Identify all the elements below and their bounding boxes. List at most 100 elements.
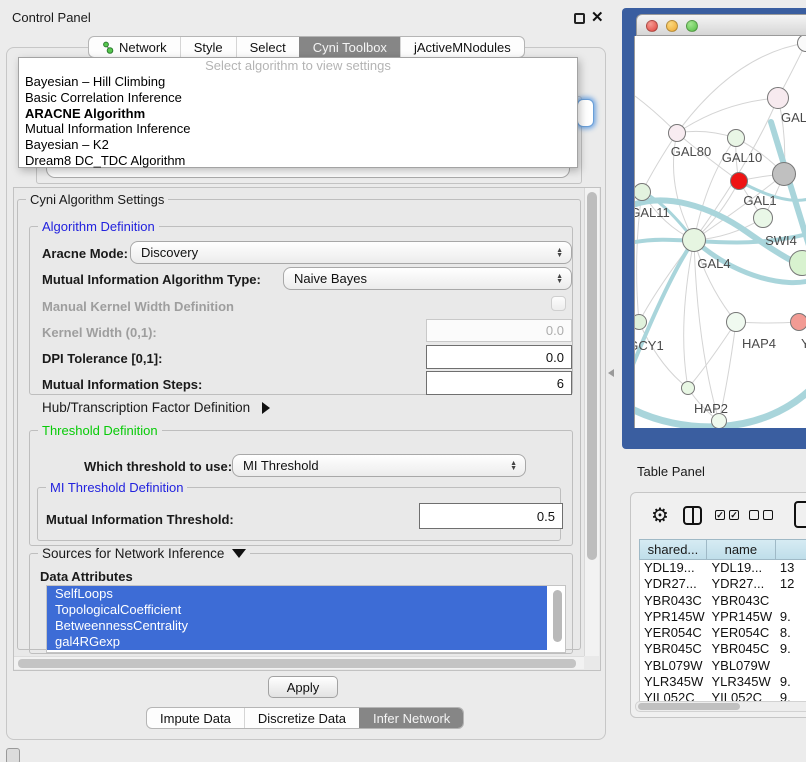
minimize-traffic-light-icon[interactable] (666, 20, 678, 32)
table-row[interactable]: YDL19...YDL19...13 (640, 560, 806, 576)
network-node[interactable] (682, 228, 706, 252)
table-cell: YLR345W (707, 674, 775, 690)
table-row[interactable]: YBL079WYBL079W (640, 658, 806, 674)
combo-arrows-icon: ▲▼ (510, 461, 517, 471)
tab-network[interactable]: Network (89, 37, 180, 57)
network-canvas[interactable]: GALGAL80GAL10GAL1GAL11SWI4GAL4GCY1HAP4YH… (634, 36, 806, 428)
scrollbar-thumb[interactable] (553, 590, 562, 642)
select-all-checkbox-icon[interactable]: ✓ (715, 510, 725, 520)
network-node[interactable] (681, 381, 695, 395)
table-row[interactable]: YIL052CYIL052C9. (640, 690, 806, 701)
table-header: shared...name (639, 539, 806, 560)
dpi-tolerance-field[interactable]: 0.0 (426, 345, 572, 369)
column-header[interactable]: name (707, 539, 776, 560)
gear-icon[interactable]: ⚙ (651, 503, 669, 528)
dropdown-item[interactable]: ARACNE Algorithm (19, 106, 577, 122)
dropdown-item[interactable]: Dream8 DC_TDC Algorithm (19, 153, 577, 169)
deselect-all-checkbox-icon[interactable] (749, 510, 759, 520)
tab-select[interactable]: Select (236, 37, 299, 57)
deselect-all-checkbox-icon[interactable] (763, 510, 773, 520)
dropdown-item[interactable]: Basic Correlation Inference (19, 90, 577, 106)
select-all-checkbox-icon[interactable]: ✓ (729, 510, 739, 520)
aracne-mode-select[interactable]: Discovery ▲▼ (130, 241, 572, 264)
focused-spinner[interactable] (577, 99, 594, 127)
table-panel-box: ⚙ ✓ ✓ shared...name YDL19...YDL19...13YD… (630, 492, 806, 718)
node-label: HAP4 (742, 336, 776, 351)
network-node[interactable] (730, 172, 748, 190)
table-row[interactable]: YER054CYER054C8. (640, 625, 806, 641)
dpi-tolerance-label: DPI Tolerance [0,1]: (42, 351, 162, 366)
network-node[interactable] (668, 124, 686, 142)
close-icon[interactable]: ✕ (591, 8, 604, 26)
column-header[interactable] (776, 539, 806, 560)
tab-style[interactable]: Style (180, 37, 236, 57)
network-node[interactable] (727, 129, 745, 147)
table-mode-icon[interactable] (794, 501, 806, 528)
mi-steps-value: 6 (557, 376, 564, 391)
float-window-icon[interactable] (574, 13, 585, 24)
node-label: GAL10 (722, 150, 762, 165)
attribute-list-item[interactable]: gal4RGexp (47, 634, 547, 650)
tab-cyni-toolbox[interactable]: Cyni Toolbox (299, 37, 400, 57)
column-header[interactable]: shared... (639, 539, 707, 560)
close-traffic-light-icon[interactable] (646, 20, 658, 32)
aracne-mode-label: Aracne Mode: (42, 246, 128, 261)
apply-label: Apply (287, 680, 320, 695)
tab-discretize-data[interactable]: Discretize Data (244, 708, 359, 728)
network-node[interactable] (753, 208, 773, 228)
which-threshold-select[interactable]: MI Threshold ▲▼ (232, 454, 526, 477)
mi-steps-field[interactable]: 6 (426, 371, 572, 395)
table-row[interactable]: YLR345WYLR345W9. (640, 674, 806, 690)
list-scrollbar[interactable] (553, 590, 563, 648)
zoom-traffic-light-icon[interactable] (686, 20, 698, 32)
scrollbar-thumb[interactable] (587, 192, 597, 560)
dropdown-item[interactable]: Bayesian – K2 (19, 137, 577, 153)
manual-kernel-checkbox[interactable] (551, 296, 566, 311)
scrollbar-thumb[interactable] (638, 703, 740, 710)
combo-arrows-icon: ▲▼ (556, 274, 563, 284)
table-cell: YBL079W (640, 658, 707, 674)
expanded-arrow-icon[interactable] (232, 549, 246, 558)
table-cell: YBR045C (640, 641, 707, 657)
table-cell: YPR145W (707, 609, 775, 625)
columns-icon[interactable] (683, 506, 702, 525)
network-node[interactable] (772, 162, 796, 186)
mi-type-value: Naive Bayes (294, 271, 367, 286)
node-label: GAL1 (743, 193, 776, 208)
network-node[interactable] (726, 312, 746, 332)
dropdown-item[interactable]: Bayesian – Hill Climbing (19, 74, 577, 90)
dropdown-item[interactable]: Mutual Information Inference (19, 121, 577, 137)
tab-jactivemnodules[interactable]: jActiveMNodules (400, 37, 524, 57)
mi-threshold-field[interactable]: 0.5 (419, 503, 563, 529)
tab-infer-network[interactable]: Infer Network (359, 708, 463, 728)
mi-threshold-value: 0.5 (537, 509, 555, 524)
table-cell: YDR27... (707, 576, 775, 592)
mi-type-select[interactable]: Naive Bayes ▲▼ (283, 267, 572, 290)
attribute-list-item[interactable]: SelfLoops (47, 586, 547, 602)
table-cell: YDL19... (640, 560, 707, 576)
table-cell: YDR27... (640, 576, 707, 592)
mi-type-label: Mutual Information Algorithm Type: (42, 272, 261, 287)
apply-button[interactable]: Apply (268, 676, 338, 698)
table-cell: 9. (776, 609, 806, 625)
kernel-width-field[interactable]: 0.0 (426, 319, 572, 342)
splitter-handle[interactable] (608, 369, 614, 377)
hub-definition-toggle[interactable]: Hub/Transcription Factor Definition (42, 400, 270, 415)
attribute-list-item[interactable]: TopologicalCoefficient (47, 602, 547, 618)
table-row[interactable]: YBR045CYBR045C9. (640, 641, 806, 657)
which-threshold-label: Which threshold to use: (84, 459, 232, 474)
settings-vertical-scrollbar[interactable] (584, 188, 599, 656)
minimized-window-icon[interactable] (6, 748, 20, 762)
network-node[interactable] (767, 87, 789, 109)
table-horizontal-scrollbar[interactable] (635, 701, 806, 712)
table-row[interactable]: YPR145WYPR145W9. (640, 609, 806, 625)
tab-impute-data[interactable]: Impute Data (147, 708, 244, 728)
scrollbar-thumb[interactable] (18, 659, 576, 668)
network-window-titlebar[interactable] (636, 14, 806, 36)
attribute-list-item[interactable]: BetweennessCentrality (47, 618, 547, 634)
network-node[interactable] (790, 313, 806, 331)
table-row[interactable]: YBR043CYBR043C (640, 593, 806, 609)
table-row[interactable]: YDR27...YDR27...12 (640, 576, 806, 592)
settings-horizontal-scrollbar[interactable] (14, 656, 584, 669)
data-attributes-list: SelfLoopsTopologicalCoefficientBetweenne… (46, 585, 566, 653)
